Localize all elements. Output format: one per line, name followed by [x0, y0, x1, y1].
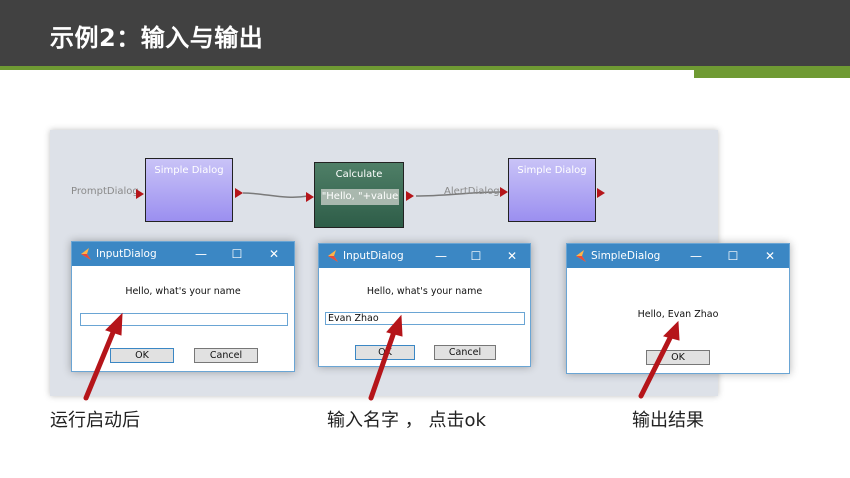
- app-icon: [81, 248, 91, 260]
- title-bar[interactable]: SimpleDialog — ☐ ✕: [567, 244, 789, 268]
- input-dialog-filled: InputDialog — ☐ ✕ Hello, what's your nam…: [318, 243, 531, 367]
- node-label: Simple Dialog: [154, 165, 224, 176]
- result-message: Hello, Evan Zhao: [637, 309, 719, 320]
- window-title: SimpleDialog: [591, 250, 661, 262]
- connector-1: [242, 192, 309, 198]
- header-bar: 示例2：输入与输出: [0, 0, 850, 66]
- output-port-2[interactable]: [406, 191, 414, 201]
- title-bar[interactable]: InputDialog — ☐ ✕: [72, 242, 294, 266]
- caption-enter-name: 输入名字 ， 点击ok: [327, 410, 486, 431]
- close-button[interactable]: ✕: [265, 245, 283, 263]
- title-bar[interactable]: InputDialog — ☐ ✕: [319, 244, 530, 268]
- maximize-button[interactable]: ☐: [228, 245, 246, 263]
- ok-button[interactable]: OK: [646, 350, 710, 365]
- minimize-button[interactable]: —: [432, 247, 450, 265]
- app-icon: [576, 250, 586, 262]
- node-label: Simple Dialog: [517, 165, 587, 176]
- node-label: Calculate: [335, 169, 383, 180]
- input-dialog-empty: InputDialog — ☐ ✕ Hello, what's your nam…: [71, 241, 295, 372]
- ok-button[interactable]: OK: [110, 348, 174, 363]
- edge-label-prompt: PromptDialog: [71, 186, 139, 197]
- page-title: 示例2：输入与输出: [50, 24, 264, 52]
- window-title: InputDialog: [343, 250, 404, 262]
- calculate-expression: "Hello, "+value: [321, 189, 399, 205]
- flow-node-simple-dialog-2[interactable]: Simple Dialog: [508, 158, 596, 222]
- app-icon: [328, 250, 338, 262]
- flow-node-simple-dialog-1[interactable]: Simple Dialog: [145, 158, 233, 222]
- slide: 示例2：输入与输出 PromptDialog AlertDialog Simpl…: [0, 0, 850, 478]
- caption-output: 输出结果: [632, 410, 704, 431]
- output-port-1[interactable]: [235, 188, 243, 198]
- dialog-message: Hello, what's your name: [125, 286, 241, 297]
- minimize-button[interactable]: —: [192, 245, 210, 263]
- minimize-button[interactable]: —: [687, 247, 705, 265]
- maximize-button[interactable]: ☐: [724, 247, 742, 265]
- close-button[interactable]: ✕: [503, 247, 521, 265]
- ok-button[interactable]: OK: [355, 345, 415, 360]
- input-port-3[interactable]: [500, 187, 508, 197]
- dialog-message: Hello, what's your name: [366, 286, 483, 297]
- cancel-button[interactable]: Cancel: [434, 345, 496, 360]
- edge-label-alert: AlertDialog: [444, 186, 500, 197]
- header-accent-bar: [694, 70, 850, 78]
- output-port-3[interactable]: [597, 188, 605, 198]
- window-title: InputDialog: [96, 248, 157, 260]
- input-port-1[interactable]: [136, 189, 144, 199]
- flow-node-calculate[interactable]: Calculate "Hello, "+value: [314, 162, 404, 228]
- name-input[interactable]: Evan Zhao: [325, 312, 525, 325]
- input-port-2[interactable]: [306, 192, 314, 202]
- cancel-button[interactable]: Cancel: [194, 348, 258, 363]
- close-button[interactable]: ✕: [761, 247, 779, 265]
- simple-dialog-result: SimpleDialog — ☐ ✕ Hello, Evan Zhao OK: [566, 243, 790, 374]
- maximize-button[interactable]: ☐: [467, 247, 485, 265]
- caption-start: 运行启动后: [50, 410, 140, 431]
- name-input[interactable]: [80, 313, 288, 326]
